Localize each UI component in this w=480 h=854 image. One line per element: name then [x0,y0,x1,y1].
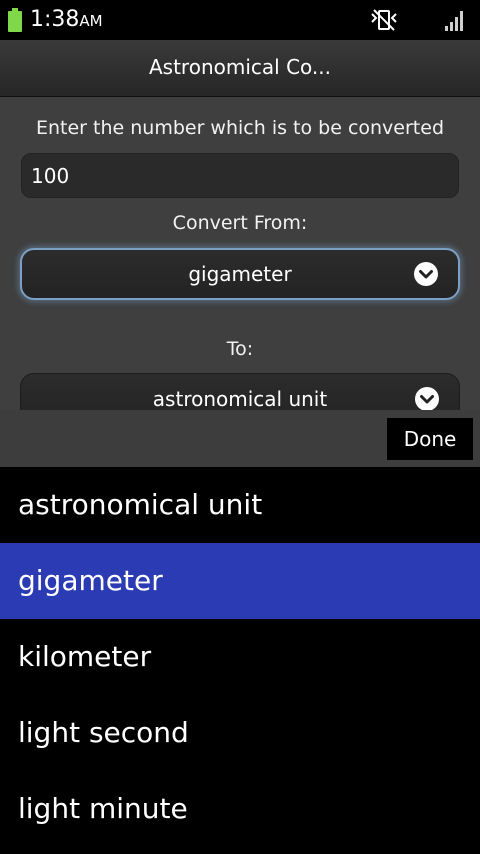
chevron-down-icon [415,387,439,410]
converter-form: Enter the number which is to be converte… [0,97,480,410]
convert-from-label: Convert From: [172,212,308,234]
title-bar: Astronomical Co... [0,40,480,97]
status-time: 1:38 [30,7,80,32]
vibrate-icon [371,9,397,31]
page-title: Astronomical Co... [148,55,331,79]
unit-picker-list: astronomical unit gigameter kilometer li… [0,467,480,854]
status-bar: 1:38AM [0,0,480,40]
convert-from-select[interactable]: gigameter [20,248,460,300]
convert-to-label: To: [226,338,254,360]
picker-toolbar: Done [0,410,480,467]
battery-icon [8,8,22,32]
convert-to-value: astronomical unit [152,387,328,410]
number-input[interactable] [21,153,459,198]
status-ampm: AM [79,12,103,30]
signal-icon [445,11,463,31]
picker-option-light-minute[interactable]: light minute [0,771,480,847]
convert-to-select[interactable]: astronomical unit [20,373,460,410]
convert-from-value: gigameter [188,262,292,286]
status-clock: 1:38AM [30,5,103,36]
screen: 1:38AM Astronomical Co... Enter the numb… [0,0,480,854]
picker-option-kilometer[interactable]: kilometer [0,619,480,695]
picker-option-gigameter[interactable]: gigameter [0,543,480,619]
number-label: Enter the number which is to be converte… [35,117,445,139]
chevron-down-icon [414,262,438,286]
picker-option-astronomical-unit[interactable]: astronomical unit [0,467,480,543]
done-button[interactable]: Done [387,418,473,460]
picker-option-light-second[interactable]: light second [0,695,480,771]
